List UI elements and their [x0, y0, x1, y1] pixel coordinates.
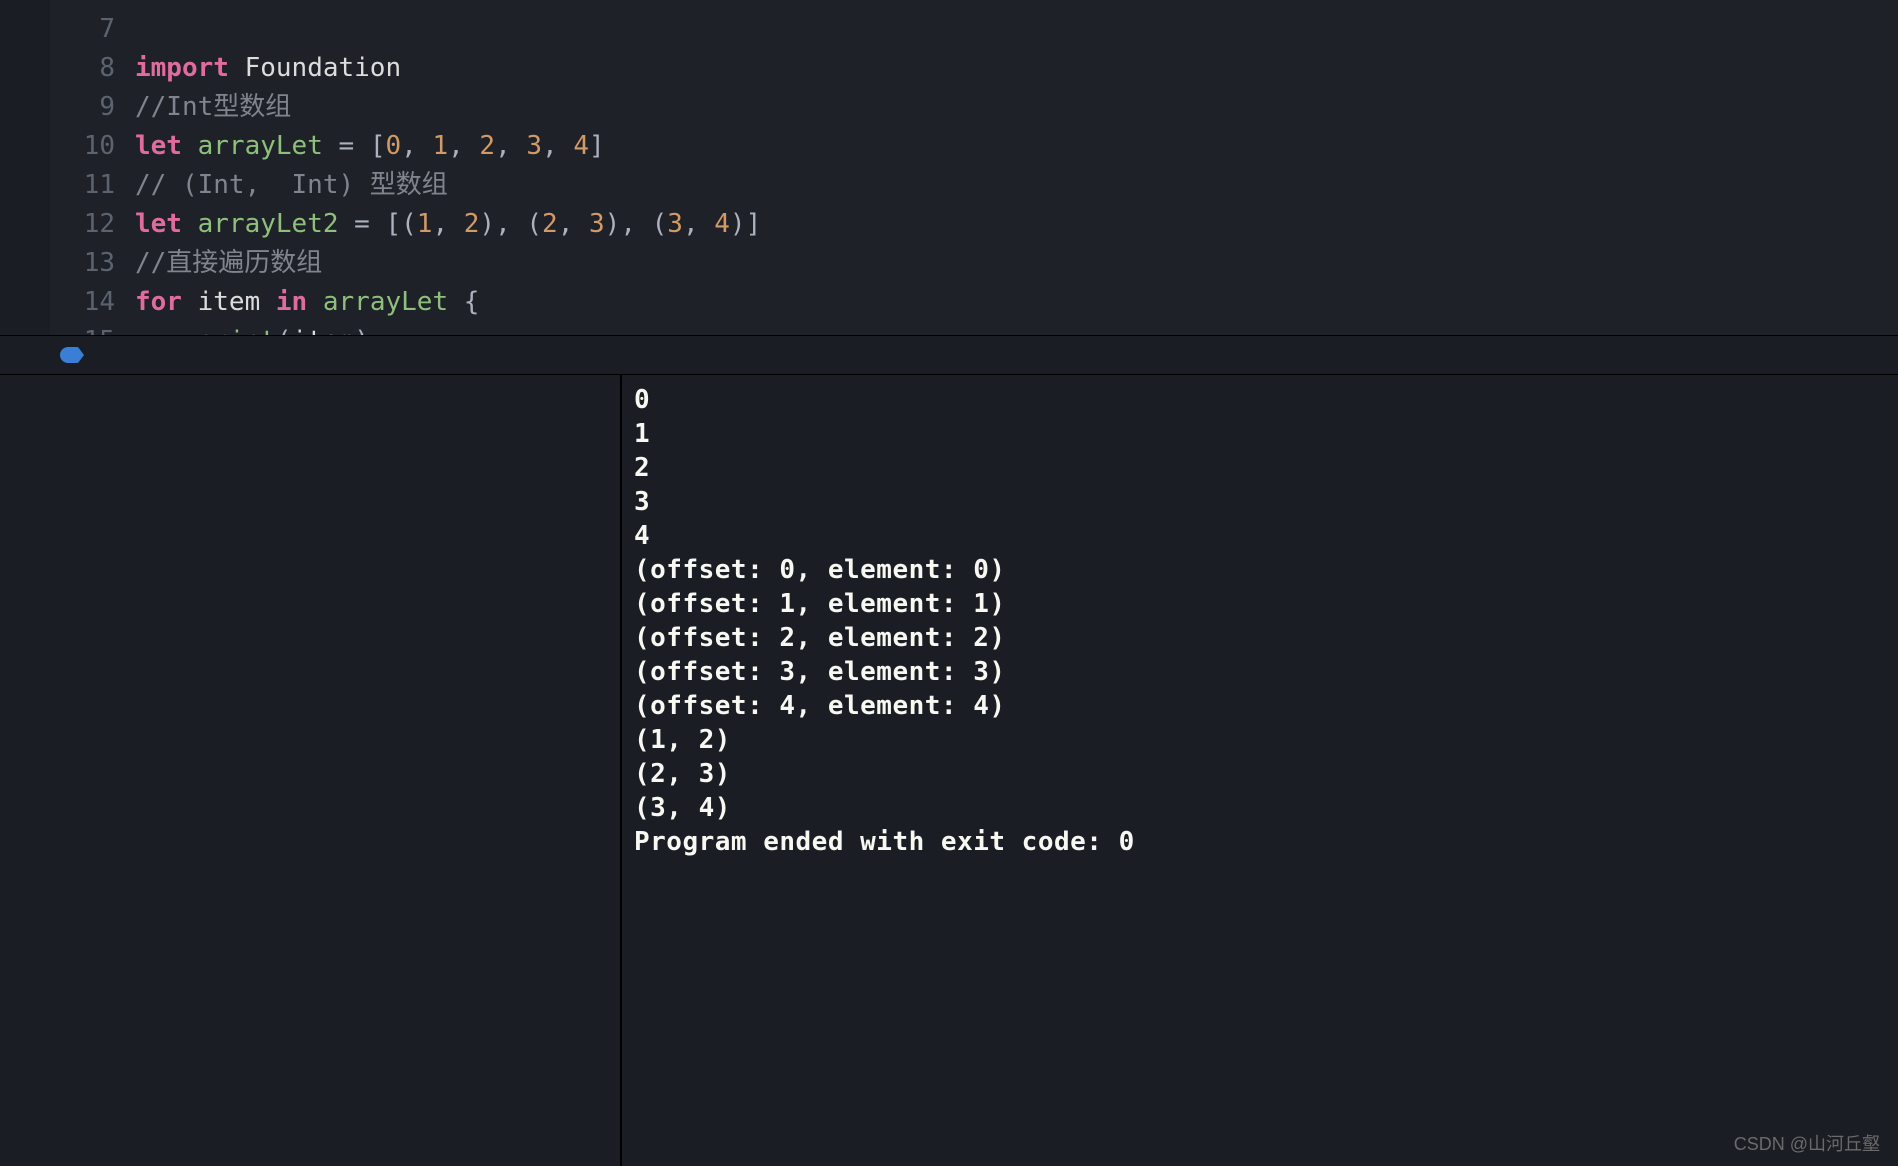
line-number: 9	[50, 88, 135, 127]
line-number: 13	[50, 244, 135, 283]
code-content[interactable]: // (Int, Int) 型数组	[135, 166, 448, 205]
code-content[interactable]: //直接遍历数组	[135, 244, 322, 283]
console-output[interactable]: 0 1 2 3 4 (offset: 0, element: 0) (offse…	[622, 375, 1898, 1166]
line-number: 10	[50, 127, 135, 166]
code-content[interactable]: //Int型数组	[135, 88, 291, 127]
code-line[interactable]: 13//直接遍历数组	[50, 244, 1898, 283]
variables-pane[interactable]	[0, 375, 622, 1166]
line-number: 14	[50, 283, 135, 322]
line-number: 11	[50, 166, 135, 205]
code-line[interactable]: 11// (Int, Int) 型数组	[50, 166, 1898, 205]
code-content[interactable]: import Foundation	[135, 49, 401, 88]
execution-pointer-icon	[60, 347, 84, 363]
code-line[interactable]: 8import Foundation	[50, 49, 1898, 88]
bottom-panel: 0 1 2 3 4 (offset: 0, element: 0) (offse…	[0, 375, 1898, 1166]
code-line[interactable]: 10let arrayLet = [0, 1, 2, 3, 4]	[50, 127, 1898, 166]
line-number: 12	[50, 205, 135, 244]
code-content[interactable]: let arrayLet = [0, 1, 2, 3, 4]	[135, 127, 605, 166]
line-number: 8	[50, 49, 135, 88]
line-number: 15	[50, 322, 135, 335]
code-line[interactable]: 12let arrayLet2 = [(1, 2), (2, 3), (3, 4…	[50, 205, 1898, 244]
code-line[interactable]: 7	[50, 10, 1898, 49]
watermark: CSDN @山河丘壑	[1734, 1130, 1880, 1156]
code-content[interactable]: for item in arrayLet {	[135, 283, 479, 322]
code-content[interactable]: print(item)	[135, 322, 370, 335]
line-number: 7	[50, 10, 135, 49]
code-line[interactable]: 9//Int型数组	[50, 88, 1898, 127]
code-line[interactable]: 15 print(item)	[50, 322, 1898, 335]
code-line[interactable]: 14for item in arrayLet {	[50, 283, 1898, 322]
code-content[interactable]: let arrayLet2 = [(1, 2), (2, 3), (3, 4)]	[135, 205, 761, 244]
debug-bar[interactable]	[0, 335, 1898, 375]
code-editor[interactable]: 78import Foundation9//Int型数组10let arrayL…	[0, 0, 1898, 335]
